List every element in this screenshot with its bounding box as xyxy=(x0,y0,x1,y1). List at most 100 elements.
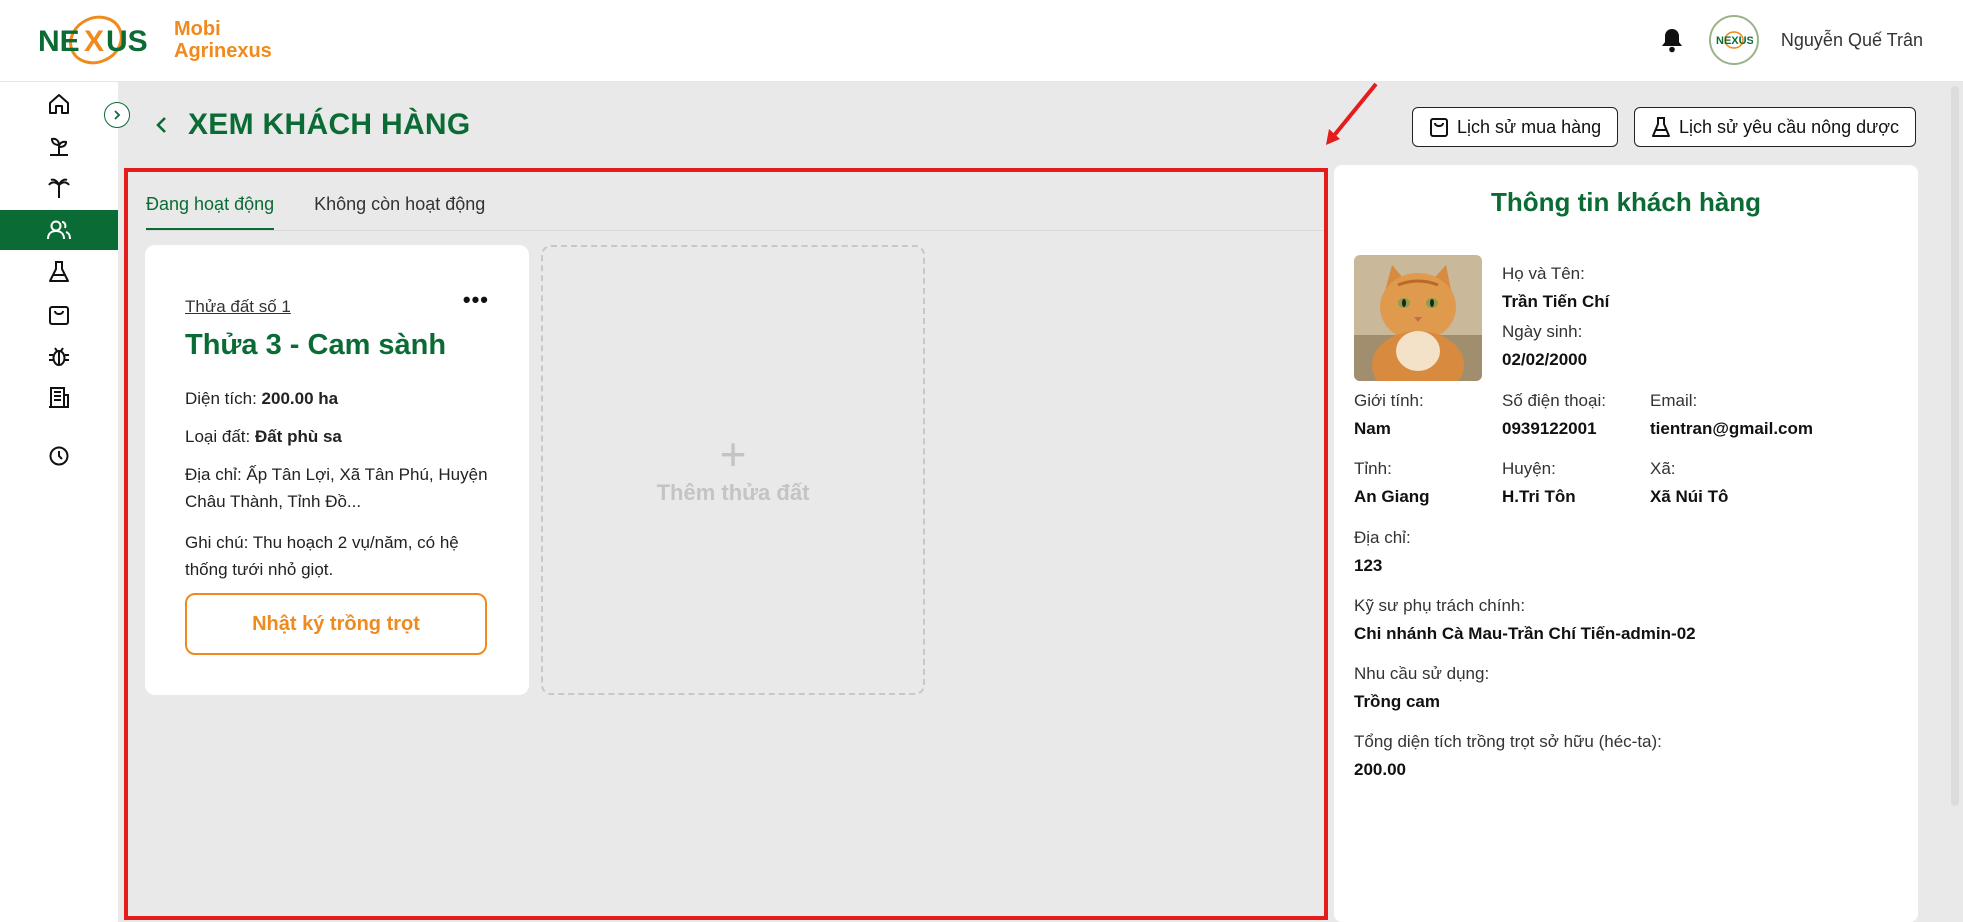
sidebar-item-pesticides[interactable] xyxy=(0,252,118,292)
customer-dob-label: Ngày sinh: xyxy=(1502,322,1583,341)
customer-name-field: Họ và Tên: Trần Tiến Chí xyxy=(1502,263,1609,313)
svg-text:US: US xyxy=(106,25,148,58)
brand-line-1: Mobi xyxy=(174,18,221,40)
customer-engineer-field: Kỹ sư phụ trách chính: Chi nhánh Cà Mau-… xyxy=(1354,595,1696,645)
customer-province-value: An Giang xyxy=(1354,487,1430,506)
sidebar-item-pests[interactable] xyxy=(0,336,118,376)
status-tabs: Đang hoạt động Không còn hoạt động xyxy=(146,184,485,230)
sidebar-toggle-button[interactable] xyxy=(104,102,130,128)
land-soil: Loại đất: Đất phù sa xyxy=(185,423,505,450)
tab-inactive[interactable]: Không còn hoạt động xyxy=(314,184,485,230)
customer-name-value: Trần Tiến Chí xyxy=(1502,292,1610,311)
pesticide-request-history-button[interactable]: Lịch sử yêu cầu nông dược xyxy=(1634,107,1917,147)
customer-need-label: Nhu cầu sử dụng: xyxy=(1354,664,1490,683)
sidebar-item-orders[interactable] xyxy=(0,294,118,334)
more-options-icon[interactable]: ••• xyxy=(463,289,489,311)
land-number-link[interactable]: Thửa đất số 1 xyxy=(185,297,291,317)
user-avatar[interactable]: NEXUS xyxy=(1708,15,1759,65)
customer-total-area-field: Tổng diện tích trồng trọt sở hữu (héc-ta… xyxy=(1354,731,1662,781)
customer-district-field: Huyện: H.Tri Tôn xyxy=(1502,458,1576,508)
flask-icon xyxy=(49,261,69,282)
pesticide-request-history-label: Lịch sử yêu cầu nông dược xyxy=(1679,116,1900,137)
customer-phone-field: Số điện thoại: 0939122001 xyxy=(1502,390,1606,440)
farming-diary-button[interactable]: Nhật ký trồng trọt xyxy=(185,593,487,655)
customer-total-area-value: 200.00 xyxy=(1354,760,1406,779)
land-soil-label: Loại đất: xyxy=(185,427,255,446)
avatar-logo-icon: NEXUS xyxy=(1716,31,1753,49)
palm-tree-icon xyxy=(48,178,70,198)
sprout-icon xyxy=(50,137,68,156)
svg-text:NE: NE xyxy=(38,25,80,58)
customer-address-field: Địa chỉ: 123 xyxy=(1354,527,1411,577)
customer-province-field: Tỉnh: An Giang xyxy=(1354,458,1430,508)
customer-ward-field: Xã: Xã Núi Tô xyxy=(1650,458,1728,508)
tabs-divider xyxy=(146,230,1324,231)
customer-gender-value: Nam xyxy=(1354,419,1391,438)
plus-icon: + xyxy=(719,428,747,480)
sidebar-item-home[interactable] xyxy=(0,84,118,124)
home-icon xyxy=(49,94,69,114)
app-logo[interactable]: NE X US Mobi Agrinexus xyxy=(36,10,272,70)
land-list-panel: Đang hoạt động Không còn hoạt động Thửa … xyxy=(124,168,1328,920)
customer-phone-value: 0939122001 xyxy=(1502,419,1597,438)
customer-ward-label: Xã: xyxy=(1650,459,1676,478)
annotation-arrow xyxy=(1326,82,1378,145)
bug-icon xyxy=(49,347,69,366)
brand-text: Mobi Agrinexus xyxy=(174,18,272,62)
customer-info-panel: Thông tin khách hàng Họ và Tên: Trần Tiế… xyxy=(1334,165,1918,922)
page-title: XEM KHÁCH HÀNG xyxy=(188,108,471,141)
notification-bell-icon[interactable] xyxy=(1657,25,1687,55)
nexus-logo-mark: NE X US xyxy=(36,11,160,69)
building-icon xyxy=(49,387,69,408)
customer-name-label: Họ và Tên: xyxy=(1502,264,1585,283)
customer-info-title: Thông tin khách hàng xyxy=(1490,187,1762,217)
land-address: Địa chỉ: Ấp Tân Lợi, Xã Tân Phú, Huyện C… xyxy=(185,465,488,511)
customer-need-value: Trồng cam xyxy=(1354,692,1440,711)
tab-active[interactable]: Đang hoạt động xyxy=(146,184,275,230)
history-icon xyxy=(49,446,69,466)
page-scrollbar[interactable] xyxy=(1951,86,1959,806)
customers-icon xyxy=(47,220,71,240)
customer-email-field: Email: tientran@gmail.com xyxy=(1650,390,1813,440)
customer-address-label: Địa chỉ: xyxy=(1354,528,1411,547)
customer-engineer-label: Kỹ sư phụ trách chính: xyxy=(1354,596,1526,615)
customer-district-value: H.Tri Tôn xyxy=(1502,487,1576,506)
top-header: NE X US Mobi Agrinexus NEXUS Nguyễn Quế … xyxy=(0,0,1963,82)
land-note: Ghi chú: Thu hoạch 2 vụ/năm, có hệ thống… xyxy=(185,533,459,579)
page-header: XEM KHÁCH HÀNG xyxy=(150,108,471,142)
svg-text:NEXUS: NEXUS xyxy=(1716,35,1753,47)
land-soil-value: Đất phù sa xyxy=(254,427,342,446)
customer-engineer-value: Chi nhánh Cà Mau-Trần Chí Tiến-admin-02 xyxy=(1354,624,1696,643)
land-area: Diện tích: 200.00 ha xyxy=(185,385,505,412)
sidebar-item-crops[interactable] xyxy=(0,126,118,166)
sidebar-item-plants[interactable] xyxy=(0,168,118,208)
sidebar-item-reports[interactable] xyxy=(0,378,118,418)
sidebar xyxy=(0,82,118,922)
customer-dob-field: Ngày sinh: 02/02/2000 xyxy=(1502,321,1587,371)
customer-gender-field: Giới tính: Nam xyxy=(1354,390,1424,440)
shopping-bag-icon xyxy=(49,306,69,325)
customer-ward-value: Xã Núi Tô xyxy=(1650,487,1729,506)
customer-gender-label: Giới tính: xyxy=(1354,391,1424,410)
customer-address-value: 123 xyxy=(1354,556,1383,575)
customer-district-label: Huyện: xyxy=(1502,459,1556,478)
land-title: Thửa 3 - Cam sành xyxy=(185,329,447,361)
user-name[interactable]: Nguyễn Quế Trân xyxy=(1781,30,1923,51)
header-user-area: NEXUS Nguyễn Quế Trân xyxy=(1657,10,1923,70)
purchase-history-button[interactable]: Lịch sử mua hàng xyxy=(1412,107,1619,147)
customer-total-area-label: Tổng diện tích trồng trọt sở hữu (héc-ta… xyxy=(1354,732,1662,751)
shopping-bag-icon xyxy=(1430,118,1448,137)
customer-dob-value: 02/02/2000 xyxy=(1502,350,1588,369)
sidebar-item-history[interactable] xyxy=(0,436,118,476)
chevron-right-icon xyxy=(114,110,121,120)
land-area-label: Diện tích: xyxy=(185,389,262,408)
land-card: Thửa đất số 1 ••• Thửa 3 - Cam sành Diện… xyxy=(145,245,529,695)
customer-need-field: Nhu cầu sử dụng: Trồng cam xyxy=(1354,663,1489,713)
flask-icon xyxy=(1652,117,1670,137)
back-chevron-icon[interactable] xyxy=(150,113,174,137)
customer-phone-label: Số điện thoại: xyxy=(1502,391,1606,410)
customer-email-label: Email: xyxy=(1650,391,1698,410)
add-land-button[interactable]: + Thêm thửa đất xyxy=(541,245,925,695)
purchase-history-label: Lịch sử mua hàng xyxy=(1457,116,1602,137)
sidebar-item-customers[interactable] xyxy=(0,210,118,250)
